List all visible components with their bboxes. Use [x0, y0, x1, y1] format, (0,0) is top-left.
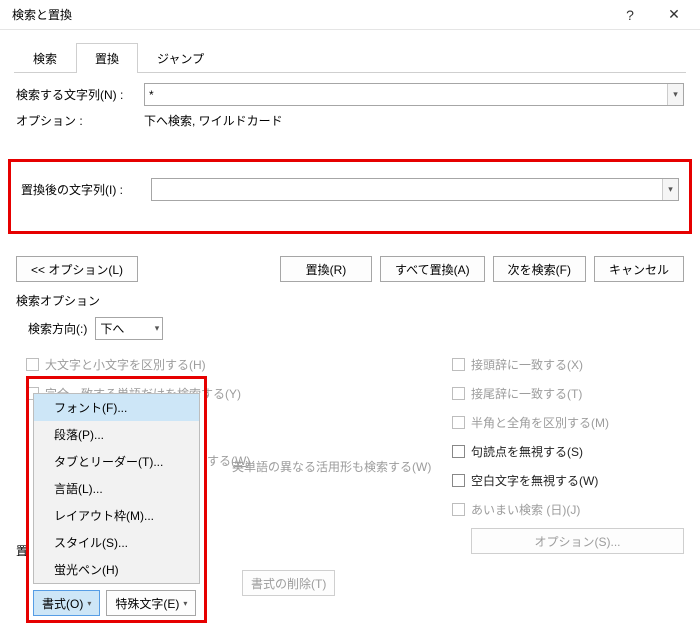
replace-label: 置換後の文字列(I) : [21, 181, 151, 198]
help-button[interactable]: ? [608, 0, 652, 30]
option-value: 下へ検索, ワイルドカード [144, 112, 283, 129]
tab-jump[interactable]: ジャンプ [138, 43, 223, 73]
search-options-header: 検索オプション [0, 286, 700, 311]
check-prefix: 接頭辞に一致する(X) [452, 350, 684, 379]
check-suffix: 接尾辞に一致する(T) [452, 379, 684, 408]
less-options-button[interactable]: << オプション(L) [16, 256, 138, 282]
replace-dropdown-icon[interactable]: ▾ [662, 179, 678, 200]
menu-paragraph[interactable]: 段落(P)... [34, 421, 199, 448]
check-ignore-punct[interactable]: 句読点を無視する(S) [452, 437, 684, 466]
check-match-case: 大文字と小文字を区別する(H) [26, 350, 452, 379]
check-fuzzy-jp: あいまい検索 (日)(J) [452, 495, 684, 524]
menu-frame[interactable]: レイアウト枠(M)... [34, 502, 199, 529]
direction-label: 検索方向(:) [28, 320, 87, 337]
caret-down-icon: ▾ [87, 599, 91, 608]
find-label: 検索する文字列(N) : [16, 86, 144, 103]
direction-value: 下へ [100, 320, 124, 337]
find-next-button[interactable]: 次を検索(F) [493, 256, 586, 282]
check-width: 半角と全角を区別する(M) [452, 408, 684, 437]
chevron-down-icon: ▾ [155, 323, 160, 334]
special-button[interactable]: 特殊文字(E)▾ [106, 590, 196, 616]
replace-input[interactable] [151, 178, 679, 201]
menu-style[interactable]: スタイル(S)... [34, 529, 199, 556]
dialog-title: 検索と置換 [12, 6, 608, 23]
caret-down-icon: ▾ [183, 599, 187, 608]
format-button[interactable]: 書式(O)▾ [33, 590, 100, 616]
find-input[interactable] [144, 83, 684, 106]
no-formatting-button: 書式の削除(T) [242, 570, 335, 596]
check-word-forms-tail: する(W) [207, 452, 250, 469]
option-label: オプション : [16, 112, 144, 129]
menu-font[interactable]: フォント(F)... [34, 394, 199, 421]
find-dropdown-icon[interactable]: ▾ [667, 84, 683, 105]
replace-button[interactable]: 置換(R) [280, 256, 372, 282]
menu-tabs[interactable]: タブとリーダー(T)... [34, 448, 199, 475]
cancel-button[interactable]: キャンセル [594, 256, 684, 282]
menu-language[interactable]: 言語(L)... [34, 475, 199, 502]
format-menu: フォント(F)... 段落(P)... タブとリーダー(T)... 言語(L).… [33, 393, 200, 584]
tab-replace[interactable]: 置換 [76, 43, 138, 73]
replace-all-button[interactable]: すべて置換(A) [380, 256, 485, 282]
fuzzy-options-button: オプション(S)... [471, 528, 684, 554]
tab-search[interactable]: 検索 [14, 43, 76, 73]
direction-select[interactable]: 下へ ▾ [95, 317, 163, 340]
menu-highlight[interactable]: 蛍光ペン(H) [34, 556, 199, 583]
close-button[interactable]: ✕ [652, 0, 696, 30]
check-ignore-white[interactable]: 空白文字を無視する(W) [452, 466, 684, 495]
